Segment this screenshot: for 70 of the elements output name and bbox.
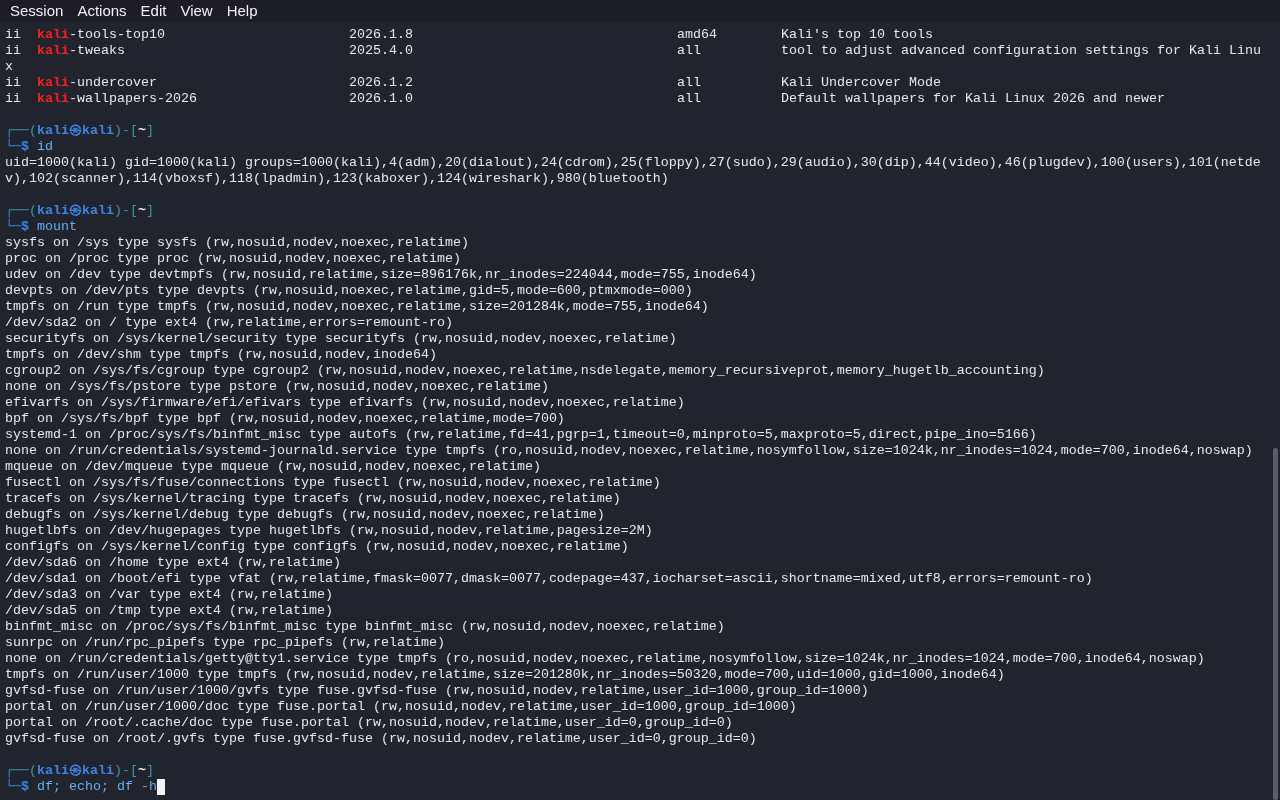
output-line: bpf on /sys/fs/bpf type bpf (rw,nosuid,nodev,noexec,relatime,mode=700): [5, 411, 565, 427]
output-line: portal on /run/user/1000/doc type fuse.portal (rw,nosuid,nodev,relatime,user_id=1000,group_id=1000): [5, 699, 797, 715]
menu-item[interactable]: Actions: [70, 0, 134, 22]
output-line: securityfs on /sys/kernel/security type securityfs (rw,nosuid,nodev,noexec,relatime): [5, 331, 677, 347]
menu-item[interactable]: Session: [3, 0, 71, 22]
output-line: fusectl on /sys/fs/fuse/connections type fusectl (rw,nosuid,nodev,noexec,relatime): [5, 475, 661, 491]
prompt-sigil: └─$: [5, 139, 29, 155]
package-status: ii: [5, 43, 22, 59]
package-name: kali-tweaks: [37, 43, 125, 59]
output-line: portal on /root/.cache/doc type fuse.portal (rw,nosuid,nodev,relatime,user_id=0,group_id=0): [5, 715, 733, 731]
output-line: /dev/sda2 on / type ext4 (rw,relatime,errors=remount-ro): [5, 315, 453, 331]
output-line: uid=1000(kali) gid=1000(kali) groups=1000(kali),4(adm),20(dialout),24(cdrom),25(floppy),27(sudo),29(audio),30(dip),44(video),46(plugdev),100(users),101(netde: [5, 155, 1261, 171]
menu-item[interactable]: Help: [219, 0, 265, 22]
output-line: binfmt_misc on /proc/sys/fs/binfmt_misc type binfmt_misc (rw,nosuid,nodev,noexec,relatime): [5, 619, 725, 635]
output-line: none on /run/credentials/getty@tty1.service type tmpfs (ro,nosuid,nodev,noexec,relatime,nosymfollow,size=1024k,nr_inodes=1024,mode=700,inode64,noswap): [5, 651, 1205, 667]
prompt-sigil: └─$: [5, 779, 29, 795]
output-line: sysfs on /sys type sysfs (rw,nosuid,nodev,noexec,relatime): [5, 235, 469, 251]
package-architecture: all: [677, 43, 701, 59]
package-name: kali-wallpapers-2026: [37, 91, 197, 107]
output-line: /dev/sda6 on /home type ext4 (rw,relatime): [5, 555, 341, 571]
output-line: /dev/sda1 on /boot/efi type vfat (rw,relatime,fmask=0077,dmask=0077,codepage=437,iocharset=ascii,shortname=mixed,utf8,errors=remount-ro): [5, 571, 1093, 587]
output-line: none on /sys/fs/pstore type pstore (rw,nosuid,nodev,noexec,relatime): [5, 379, 549, 395]
output-line: tmpfs on /run/user/1000 type tmpfs (rw,nosuid,nodev,relatime,size=201280k,nr_inodes=50320,mode=700,uid=1000,gid=1000,inode64): [5, 667, 1005, 683]
output-line: v),102(scanner),114(vboxsf),118(lpadmin),123(kaboxer),124(wireshark),980(bluetooth): [5, 171, 669, 187]
package-architecture: all: [677, 75, 701, 91]
package-status: ii: [5, 75, 22, 91]
command-text: df; echo; df -h: [37, 779, 157, 795]
output-line: gvfsd-fuse on /root/.gvfs type fuse.gvfsd-fuse (rw,nosuid,nodev,relatime,user_id=0,group_id=0): [5, 731, 757, 747]
package-version: 2026.1.0: [349, 91, 413, 107]
output-line: tmpfs on /run type tmpfs (rw,nosuid,nodev,noexec,relatime,size=201284k,mode=755,inode64): [5, 299, 709, 315]
prompt-sigil: └─$: [5, 219, 29, 235]
command-text: mount: [37, 219, 77, 235]
command-text: id: [37, 139, 53, 155]
output-line: systemd-1 on /proc/sys/fs/binfmt_misc type autofs (rw,relatime,fd=41,pgrp=1,timeout=0,minproto=5,maxproto=5,direct,pipe_ino=5166): [5, 427, 1037, 443]
output-line: sunrpc on /run/rpc_pipefs type rpc_pipefs (rw,relatime): [5, 635, 445, 651]
package-description: Kali's top 10 tools: [781, 27, 933, 43]
prompt-header: ┌──(kali㉿kali)-[~]: [5, 123, 154, 139]
package-architecture: all: [677, 91, 701, 107]
output-line: none on /run/credentials/systemd-journald.service type tmpfs (ro,nosuid,nodev,noexec,relatime,nosymfollow,size=1024k,nr_inodes=1024,mode=700,inode64,noswap): [5, 443, 1253, 459]
package-architecture: amd64: [677, 27, 717, 43]
output-line: x: [5, 59, 13, 75]
package-description: tool to adjust advanced configuration settings for Kali Linu: [781, 43, 1261, 59]
output-line: tracefs on /sys/kernel/tracing type tracefs (rw,nosuid,nodev,noexec,relatime): [5, 491, 621, 507]
output-line: /dev/sda5 on /tmp type ext4 (rw,relatime): [5, 603, 333, 619]
package-description: Kali Undercover Mode: [781, 75, 941, 91]
output-line: debugfs on /sys/kernel/debug type debugfs (rw,nosuid,nodev,noexec,relatime): [5, 507, 605, 523]
output-line: devpts on /dev/pts type devpts (rw,nosuid,noexec,relatime,gid=5,mode=600,ptmxmode=000): [5, 283, 693, 299]
package-version: 2026.1.8: [349, 27, 413, 43]
package-description: Default wallpapers for Kali Linux 2026 and newer: [781, 91, 1165, 107]
package-status: ii: [5, 91, 22, 107]
output-line: efivarfs on /sys/firmware/efi/efivars type efivarfs (rw,nosuid,nodev,noexec,relatime): [5, 395, 685, 411]
output-line: gvfsd-fuse on /run/user/1000/gvfs type fuse.gvfsd-fuse (rw,nosuid,nodev,relatime,user_id=1000,group_id=1000): [5, 683, 869, 699]
package-name: kali-tools-top10: [37, 27, 165, 43]
package-version: 2025.4.0: [349, 43, 413, 59]
scrollbar-thumb[interactable]: [1273, 448, 1278, 800]
output-line: /dev/sda3 on /var type ext4 (rw,relatime): [5, 587, 333, 603]
package-name: kali-undercover: [37, 75, 157, 91]
output-line: hugetlbfs on /dev/hugepages type hugetlbfs (rw,nosuid,nodev,relatime,pagesize=2M): [5, 523, 653, 539]
package-status: ii: [5, 27, 22, 43]
output-line: cgroup2 on /sys/fs/cgroup type cgroup2 (rw,nosuid,nodev,noexec,relatime,nsdelegate,memory_recursiveprot,memory_hugetlb_accounting): [5, 363, 1045, 379]
output-line: tmpfs on /dev/shm type tmpfs (rw,nosuid,nodev,inode64): [5, 347, 437, 363]
output-line: proc on /proc type proc (rw,nosuid,nodev,noexec,relatime): [5, 251, 461, 267]
output-line: configfs on /sys/kernel/config type configfs (rw,nosuid,nodev,noexec,relatime): [5, 539, 629, 555]
output-line: mqueue on /dev/mqueue type mqueue (rw,nosuid,nodev,noexec,relatime): [5, 459, 541, 475]
output-line: udev on /dev type devtmpfs (rw,nosuid,relatime,size=896176k,nr_inodes=224044,mode=755,inode64): [5, 267, 757, 283]
package-version: 2026.1.2: [349, 75, 413, 91]
menu-item[interactable]: Edit: [133, 0, 174, 22]
prompt-header: ┌──(kali㉿kali)-[~]: [5, 203, 154, 219]
prompt-header: ┌──(kali㉿kali)-[~]: [5, 763, 154, 779]
menu-item[interactable]: View: [173, 0, 220, 22]
